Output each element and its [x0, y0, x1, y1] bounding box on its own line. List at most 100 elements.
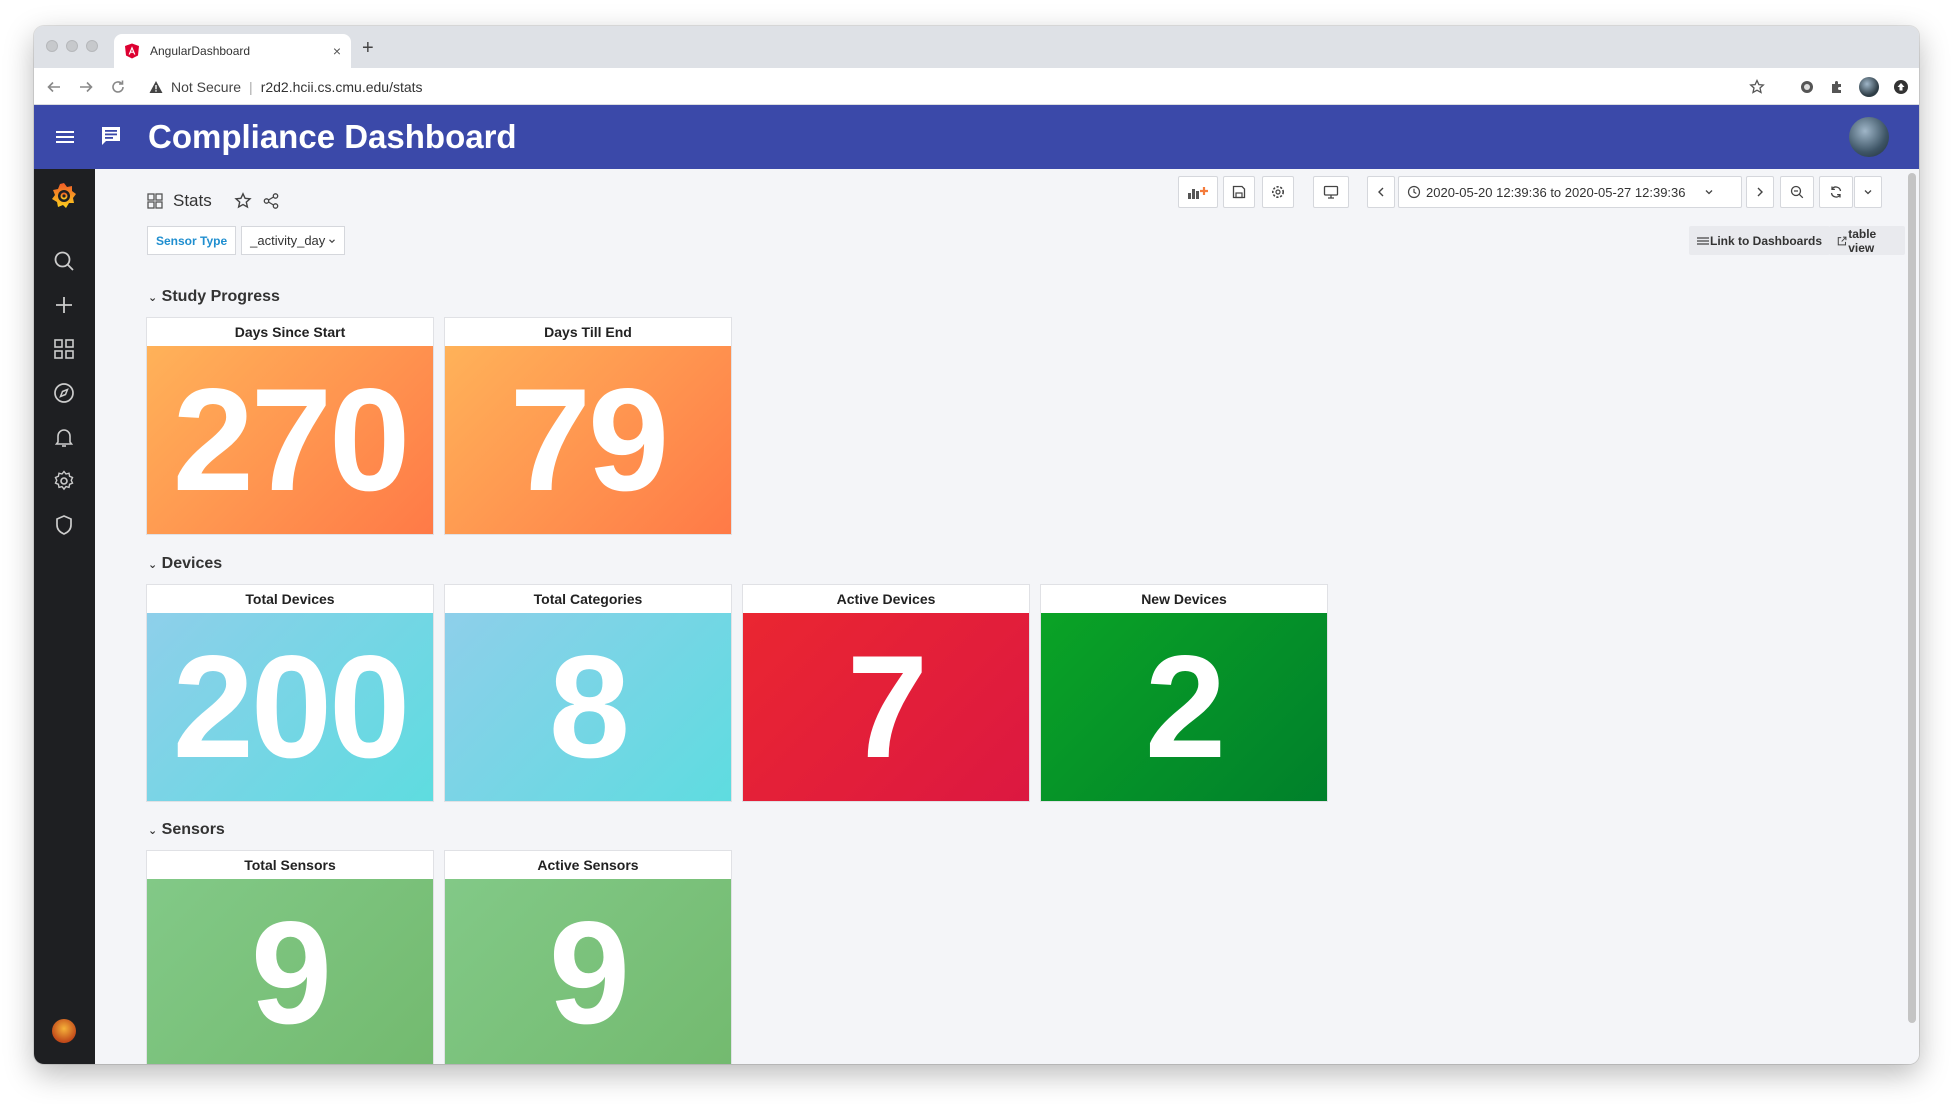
stat-panel-new-devices[interactable]: New Devices 2: [1040, 584, 1328, 802]
hamburger-menu-icon[interactable]: [56, 126, 74, 148]
create-plus-icon[interactable]: [52, 293, 76, 317]
row-title: Study Progress: [161, 288, 280, 305]
tab-title: AngularDashboard: [150, 44, 251, 58]
save-dashboard-button[interactable]: [1223, 176, 1255, 208]
time-shift-forward-button[interactable]: [1746, 176, 1774, 208]
tv-mode-button[interactable]: [1313, 176, 1349, 208]
extension-circle-icon[interactable]: [1799, 79, 1815, 95]
browser-window: AngularDashboard × + Not Secure | r2d2.h…: [34, 26, 1919, 1064]
dashboard-main: Stats 2020-05-20 12:39:36 to 2020-05-27 …: [95, 169, 1905, 1064]
chevron-down-icon: ⌄: [148, 292, 158, 304]
forward-icon[interactable]: [78, 68, 94, 105]
profile-avatar-icon[interactable]: [1859, 76, 1879, 97]
zoom-out-icon: [1790, 185, 1804, 199]
update-icon[interactable]: [1893, 79, 1909, 95]
stat-panel-days-since-start[interactable]: Days Since Start 270: [146, 317, 434, 535]
browser-tab-strip: AngularDashboard × +: [34, 26, 1919, 68]
vertical-scrollbar[interactable]: [1905, 169, 1919, 1064]
bookmark-star-icon[interactable]: [1749, 78, 1765, 95]
warning-icon: [149, 80, 163, 93]
table-view-link[interactable]: table view: [1829, 226, 1905, 255]
browser-tab-active[interactable]: AngularDashboard ×: [114, 34, 351, 68]
save-icon: [1232, 185, 1246, 199]
stat-panel-total-devices[interactable]: Total Devices 200: [146, 584, 434, 802]
alerting-bell-icon[interactable]: [52, 425, 76, 449]
grafana-logo-icon[interactable]: [50, 181, 78, 211]
chevron-down-icon: ⌄: [148, 559, 158, 571]
chevron-down-icon: ⌄: [148, 825, 158, 837]
list-icon: [1697, 236, 1709, 245]
explore-compass-icon[interactable]: [52, 381, 76, 405]
dashboard-grid-icon: [147, 193, 163, 209]
extensions-puzzle-icon[interactable]: [1829, 79, 1845, 95]
user-profile-avatar[interactable]: [52, 1019, 76, 1043]
panel-title: Active Devices: [836, 591, 936, 607]
row-title: Sensors: [161, 821, 225, 838]
sensor-type-value: _activity_day: [250, 233, 326, 248]
stat-value: 8: [445, 613, 731, 801]
panel-title: Days Till End: [544, 324, 632, 340]
address-bar[interactable]: Not Secure | r2d2.hcii.cs.cmu.edu/stats: [141, 72, 1831, 101]
refresh-button[interactable]: [1819, 176, 1853, 208]
reload-icon[interactable]: [110, 68, 126, 105]
tab-close-icon[interactable]: ×: [333, 43, 341, 59]
time-range-text: 2020-05-20 12:39:36 to 2020-05-27 12:39:…: [1426, 184, 1686, 200]
stat-panel-days-till-end[interactable]: Days Till End 79: [444, 317, 732, 535]
panel-title: Total Categories: [533, 591, 643, 607]
add-panel-button[interactable]: [1178, 176, 1218, 208]
stat-panel-active-devices[interactable]: Active Devices 7: [742, 584, 1030, 802]
stat-value: 270: [147, 346, 433, 534]
zoom-window-button[interactable]: [86, 40, 98, 52]
template-variables: Sensor Type _activity_day: [147, 226, 346, 255]
time-shift-back-button[interactable]: [1367, 176, 1395, 208]
stat-value: 79: [445, 346, 731, 534]
dashboard-settings-button[interactable]: [1262, 176, 1294, 208]
external-link-icon: [1837, 236, 1847, 245]
row-header-study-progress[interactable]: ⌄ Study Progress: [148, 288, 280, 306]
stat-panel-total-categories[interactable]: Total Categories 8: [444, 584, 732, 802]
chevron-down-icon: [1864, 190, 1872, 195]
stat-value: 9: [147, 879, 433, 1064]
dashboards-grid-icon[interactable]: [52, 337, 76, 361]
stat-value: 200: [147, 613, 433, 801]
chevron-left-icon: [1378, 187, 1384, 197]
minimize-window-button[interactable]: [66, 40, 78, 52]
new-tab-button[interactable]: +: [362, 37, 374, 60]
stat-panel-active-sensors[interactable]: Active Sensors 9: [444, 850, 732, 1064]
dashboard-header: Stats: [147, 191, 280, 211]
time-range-picker[interactable]: 2020-05-20 12:39:36 to 2020-05-27 12:39:…: [1398, 176, 1742, 208]
sensor-type-variable-label: Sensor Type: [147, 226, 237, 255]
star-icon[interactable]: [234, 192, 252, 210]
sensor-type-select[interactable]: _activity_day: [241, 226, 346, 255]
search-icon[interactable]: [52, 249, 76, 273]
stat-panel-total-sensors[interactable]: Total Sensors 9: [146, 850, 434, 1064]
user-avatar[interactable]: [1849, 117, 1889, 157]
shield-icon[interactable]: [52, 513, 76, 537]
table-view-label: table view: [1848, 226, 1877, 255]
chat-icon[interactable]: [100, 124, 122, 148]
stat-value: 2: [1041, 613, 1327, 801]
close-window-button[interactable]: [46, 40, 58, 52]
grafana-sidebar: [34, 169, 95, 1064]
share-icon[interactable]: [262, 192, 280, 210]
settings-gear-icon[interactable]: [52, 469, 76, 493]
security-status[interactable]: Not Secure: [171, 79, 241, 95]
stat-value: 7: [743, 613, 1029, 801]
refresh-interval-dropdown[interactable]: [1854, 176, 1882, 208]
clock-icon: [1407, 185, 1421, 199]
row-header-devices[interactable]: ⌄ Devices: [148, 555, 222, 573]
refresh-icon: [1830, 186, 1842, 198]
scrollbar-thumb[interactable]: [1908, 173, 1916, 1023]
back-icon[interactable]: [46, 68, 62, 105]
stat-value: 9: [445, 879, 731, 1064]
row-title: Devices: [161, 555, 223, 572]
link-to-dashboards[interactable]: Link to Dashboards: [1689, 226, 1831, 255]
dashboard-title[interactable]: Stats: [173, 191, 212, 211]
app-title: Compliance Dashboard: [148, 118, 517, 155]
browser-toolbar: Not Secure | r2d2.hcii.cs.cmu.edu/stats: [34, 68, 1919, 105]
window-controls: [46, 40, 98, 52]
zoom-out-button[interactable]: [1780, 176, 1814, 208]
row-header-sensors[interactable]: ⌄ Sensors: [148, 821, 225, 839]
url-text[interactable]: r2d2.hcii.cs.cmu.edu/stats: [261, 79, 423, 95]
gear-icon: [1272, 186, 1284, 198]
